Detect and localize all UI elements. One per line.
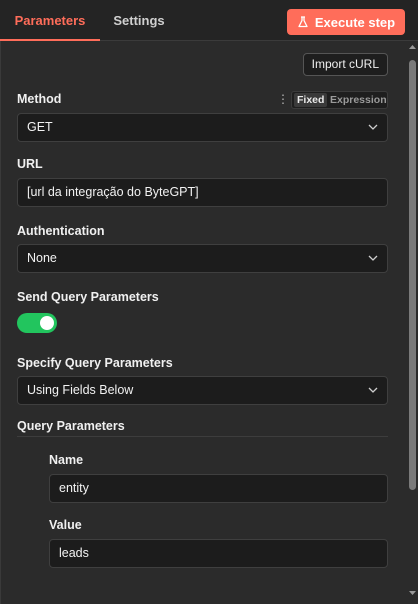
chevron-down-icon (368, 255, 378, 261)
execute-step-button[interactable]: Execute step (287, 9, 405, 35)
url-label: URL (17, 157, 43, 171)
chevron-down-icon (368, 124, 378, 130)
node-header: Parameters Settings Execute step (0, 0, 418, 41)
tab-settings[interactable]: Settings (104, 0, 174, 41)
send-query-label: Send Query Parameters (17, 290, 159, 304)
scrollbar-thumb[interactable] (409, 60, 416, 490)
authentication-value: None (27, 251, 57, 265)
query-parameters-label: Query Parameters (17, 419, 125, 433)
specify-query-label: Specify Query Parameters (17, 356, 173, 370)
url-value: [url da integração do ByteGPT] (27, 185, 199, 199)
param-value-input[interactable]: leads (49, 539, 388, 568)
flask-icon (298, 16, 308, 28)
options-kebab-icon[interactable]: ⋮ (277, 92, 289, 106)
execute-step-label: Execute step (314, 14, 396, 30)
toggle-knob (40, 316, 54, 330)
tab-parameters[interactable]: Parameters (0, 0, 100, 41)
fixed-expression-toggle[interactable]: Fixed Expression (291, 91, 388, 109)
chevron-down-icon (368, 387, 378, 393)
scroll-down-arrow-icon[interactable] (408, 589, 417, 597)
import-curl-button[interactable]: Import cURL (302, 53, 388, 76)
mode-fixed[interactable]: Fixed (294, 93, 328, 107)
param-name-input[interactable]: entity (49, 474, 388, 503)
authentication-select[interactable]: None (17, 244, 388, 273)
section-divider (17, 436, 388, 437)
param-name-label: Name (49, 453, 84, 467)
specify-query-value: Using Fields Below (27, 383, 134, 397)
param-name-value: entity (59, 481, 89, 495)
url-input[interactable]: [url da integração do ByteGPT] (17, 178, 388, 207)
authentication-label: Authentication (17, 224, 105, 238)
send-query-toggle[interactable] (17, 313, 57, 333)
scroll-up-arrow-icon[interactable] (408, 43, 417, 51)
specify-query-select[interactable]: Using Fields Below (17, 376, 388, 405)
method-label: Method (17, 92, 62, 106)
method-select[interactable]: GET (17, 113, 388, 142)
param-value-value: leads (59, 546, 89, 560)
panel-border (0, 41, 1, 604)
mode-expression[interactable]: Expression (330, 93, 387, 107)
param-value-label: Value (49, 518, 82, 532)
method-value: GET (27, 120, 53, 134)
